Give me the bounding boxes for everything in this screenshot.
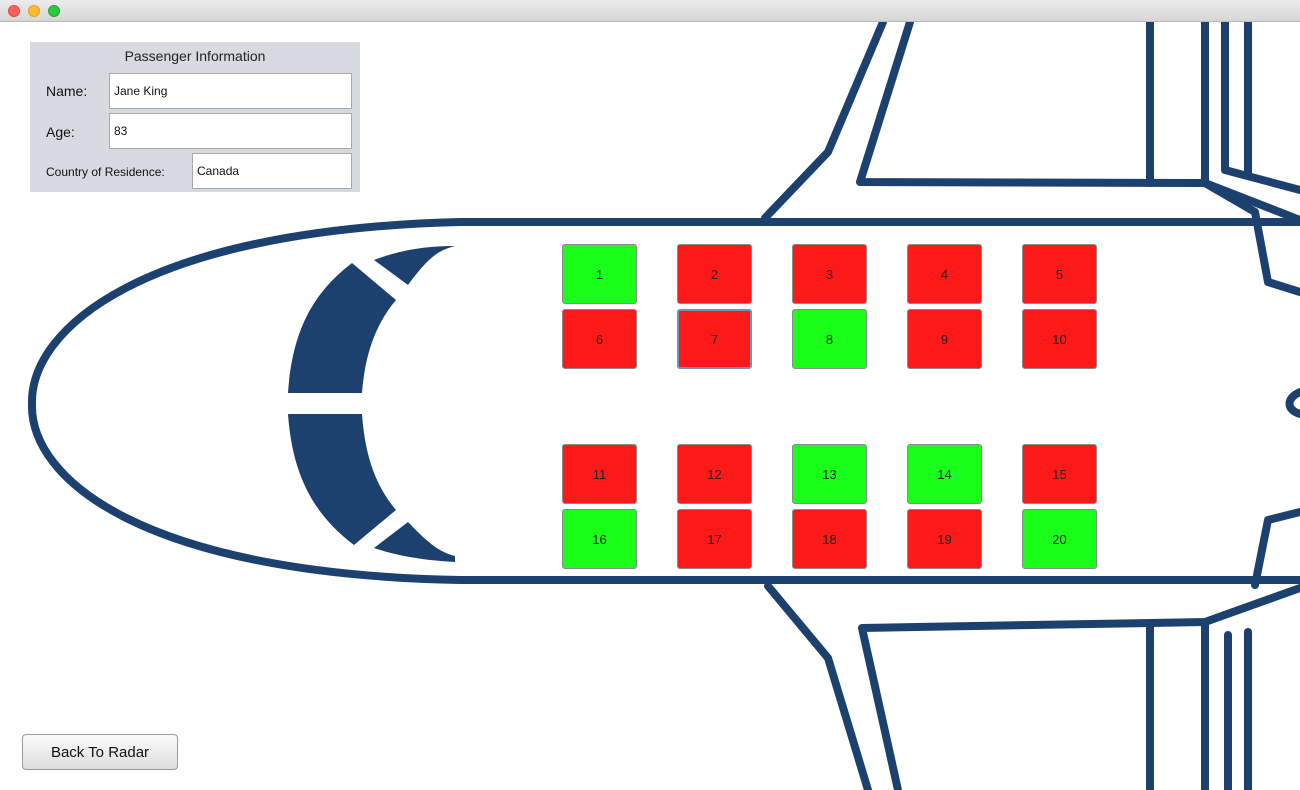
fuselage-outline — [27, 218, 1300, 584]
name-label: Name: — [46, 83, 88, 99]
seat-button-1[interactable]: 1 — [562, 244, 637, 304]
seat-button-12[interactable]: 12 — [677, 444, 752, 504]
seat-button-17[interactable]: 17 — [677, 509, 752, 569]
country-field[interactable] — [192, 153, 352, 189]
passenger-info-title: Passenger Information — [124, 48, 266, 64]
seat-button-6[interactable]: 6 — [562, 309, 637, 369]
close-window-button[interactable] — [8, 5, 20, 17]
seat-button-15[interactable]: 15 — [1022, 444, 1097, 504]
seat-button-9[interactable]: 9 — [907, 309, 982, 369]
minimize-window-button[interactable] — [28, 5, 40, 17]
seat-button-4[interactable]: 4 — [907, 244, 982, 304]
tail-stub-outline — [1285, 388, 1300, 418]
seat-button-18[interactable]: 18 — [792, 509, 867, 569]
maximize-window-button[interactable] — [48, 5, 60, 17]
back-to-radar-button[interactable]: Back To Radar — [22, 734, 178, 770]
seat-button-10[interactable]: 10 — [1022, 309, 1097, 369]
seat-button-13[interactable]: 13 — [792, 444, 867, 504]
seat-button-14[interactable]: 14 — [907, 444, 982, 504]
seat-button-7[interactable]: 7 — [677, 309, 752, 369]
passenger-info-panel: Passenger Information Name: Age: Country… — [30, 42, 360, 192]
window-titlebar — [0, 0, 1300, 22]
seat-button-19[interactable]: 19 — [907, 509, 982, 569]
seat-button-8[interactable]: 8 — [792, 309, 867, 369]
seat-button-3[interactable]: 3 — [792, 244, 867, 304]
lower-engine-outline — [1146, 508, 1300, 790]
cockpit-windows — [288, 246, 455, 562]
age-field[interactable] — [109, 113, 352, 149]
seat-button-16[interactable]: 16 — [562, 509, 637, 569]
name-field[interactable] — [109, 73, 352, 109]
upper-engine-outline — [1146, 22, 1300, 296]
seat-button-2[interactable]: 2 — [677, 244, 752, 304]
seat-button-11[interactable]: 11 — [562, 444, 637, 504]
age-label: Age: — [46, 124, 75, 140]
seat-button-20[interactable]: 20 — [1022, 509, 1097, 569]
seat-button-5[interactable]: 5 — [1022, 244, 1097, 304]
country-label: Country of Residence: — [46, 165, 165, 179]
lower-wing-outline — [764, 582, 1300, 790]
